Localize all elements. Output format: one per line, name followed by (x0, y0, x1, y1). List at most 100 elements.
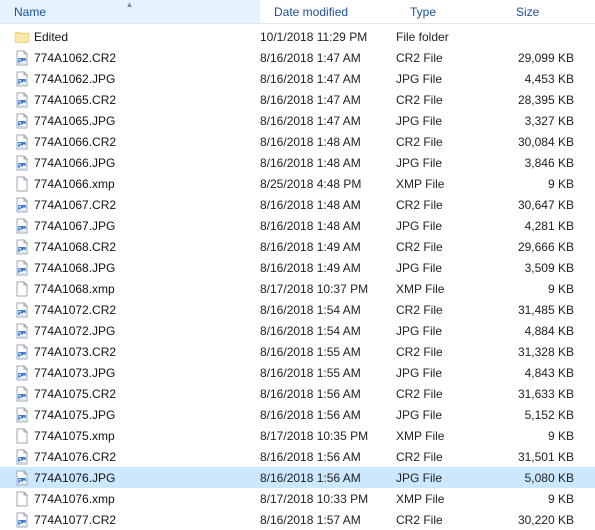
file-name-label: 774A1066.CR2 (34, 135, 116, 149)
cell-name: 774A1068.xmp (14, 281, 260, 297)
column-header-type-label: Type (410, 5, 436, 19)
list-item[interactable]: 774A1065.CR28/16/2018 1:47 AMCR2 File28,… (0, 89, 595, 110)
folder-icon (14, 29, 30, 45)
cell-date: 8/16/2018 1:57 AM (260, 513, 396, 527)
cell-name: 774A1068.JPG (14, 260, 260, 276)
column-header-type[interactable]: Type (396, 0, 502, 23)
file-name-label: Edited (34, 30, 68, 44)
cell-name: 774A1073.CR2 (14, 344, 260, 360)
list-item[interactable]: 774A1062.CR28/16/2018 1:47 AMCR2 File29,… (0, 47, 595, 68)
cell-type: CR2 File (396, 387, 502, 401)
file-name-label: 774A1067.CR2 (34, 198, 116, 212)
list-item[interactable]: 774A1066.xmp8/25/2018 4:48 PMXMP File9 K… (0, 173, 595, 194)
cell-date: 8/16/2018 1:48 AM (260, 198, 396, 212)
list-item[interactable]: 774A1077.CR28/16/2018 1:57 AMCR2 File30,… (0, 509, 595, 530)
cell-date: 8/16/2018 1:55 AM (260, 366, 396, 380)
file-name-label: 774A1067.JPG (34, 219, 115, 233)
cell-size: 29,099 KB (502, 51, 580, 65)
column-header-size-label: Size (516, 5, 539, 19)
list-item[interactable]: 774A1062.JPG8/16/2018 1:47 AMJPG File4,4… (0, 68, 595, 89)
cell-name: 774A1066.xmp (14, 176, 260, 192)
cell-type: XMP File (396, 429, 502, 443)
cell-date: 8/25/2018 4:48 PM (260, 177, 396, 191)
cell-type: JPG File (396, 324, 502, 338)
cell-type: CR2 File (396, 303, 502, 317)
cell-date: 10/1/2018 11:29 PM (260, 30, 396, 44)
file-name-label: 774A1072.CR2 (34, 303, 116, 317)
sort-ascending-icon: ▲ (126, 0, 134, 9)
cell-type: File folder (396, 30, 502, 44)
cell-size: 3,846 KB (502, 156, 580, 170)
cell-name: 774A1072.CR2 (14, 302, 260, 318)
cell-date: 8/17/2018 10:33 PM (260, 492, 396, 506)
file-name-label: 774A1073.CR2 (34, 345, 116, 359)
file-name-label: 774A1073.JPG (34, 366, 115, 380)
column-header-date-label: Date modified (274, 5, 348, 19)
column-header-size[interactable]: Size (502, 0, 586, 23)
file-name-label: 774A1062.JPG (34, 72, 115, 86)
file-name-label: 774A1062.CR2 (34, 51, 116, 65)
image-file-icon (14, 323, 30, 339)
cell-type: XMP File (396, 282, 502, 296)
file-name-label: 774A1066.JPG (34, 156, 115, 170)
list-item[interactable]: 774A1068.xmp8/17/2018 10:37 PMXMP File9 … (0, 278, 595, 299)
cell-date: 8/16/2018 1:48 AM (260, 156, 396, 170)
list-item[interactable]: Edited 10/1/2018 11:29 PMFile folder (0, 26, 595, 47)
file-name-label: 774A1068.CR2 (34, 240, 116, 254)
list-item[interactable]: 774A1067.JPG8/16/2018 1:48 AMJPG File4,2… (0, 215, 595, 236)
cell-type: CR2 File (396, 345, 502, 359)
image-file-icon (14, 365, 30, 381)
cell-size: 31,501 KB (502, 450, 580, 464)
cell-size: 9 KB (502, 492, 580, 506)
file-name-label: 774A1072.JPG (34, 324, 115, 338)
cell-name: 774A1075.JPG (14, 407, 260, 423)
cell-type: CR2 File (396, 450, 502, 464)
image-file-icon (14, 449, 30, 465)
cell-size: 5,080 KB (502, 471, 580, 485)
cell-name: 774A1075.xmp (14, 428, 260, 444)
column-header-date[interactable]: Date modified (260, 0, 396, 23)
list-item[interactable]: 774A1072.JPG8/16/2018 1:54 AMJPG File4,8… (0, 320, 595, 341)
list-item[interactable]: 774A1066.CR28/16/2018 1:48 AMCR2 File30,… (0, 131, 595, 152)
image-file-icon (14, 302, 30, 318)
list-item[interactable]: 774A1076.JPG8/16/2018 1:56 AMJPG File5,0… (0, 467, 595, 488)
file-name-label: 774A1065.CR2 (34, 93, 116, 107)
file-name-label: 774A1077.CR2 (34, 513, 116, 527)
list-item[interactable]: 774A1072.CR28/16/2018 1:54 AMCR2 File31,… (0, 299, 595, 320)
cell-size: 28,395 KB (502, 93, 580, 107)
column-header-name[interactable]: Name ▲ (0, 0, 260, 23)
image-file-icon (14, 260, 30, 276)
list-item[interactable]: 774A1068.JPG8/16/2018 1:49 AMJPG File3,5… (0, 257, 595, 278)
list-item[interactable]: 774A1067.CR28/16/2018 1:48 AMCR2 File30,… (0, 194, 595, 215)
list-item[interactable]: 774A1065.JPG8/16/2018 1:47 AMJPG File3,3… (0, 110, 595, 131)
list-item[interactable]: 774A1075.CR28/16/2018 1:56 AMCR2 File31,… (0, 383, 595, 404)
image-file-icon (14, 50, 30, 66)
image-file-icon (14, 71, 30, 87)
cell-size: 30,220 KB (502, 513, 580, 527)
cell-name: 774A1062.JPG (14, 71, 260, 87)
cell-type: JPG File (396, 114, 502, 128)
list-item[interactable]: 774A1073.CR28/16/2018 1:55 AMCR2 File31,… (0, 341, 595, 362)
cell-size: 9 KB (502, 429, 580, 443)
cell-type: XMP File (396, 492, 502, 506)
file-icon (14, 281, 30, 297)
cell-date: 8/16/2018 1:48 AM (260, 219, 396, 233)
cell-size: 29,666 KB (502, 240, 580, 254)
image-file-icon (14, 218, 30, 234)
file-name-label: 774A1068.xmp (34, 282, 115, 296)
cell-type: JPG File (396, 366, 502, 380)
list-item[interactable]: 774A1066.JPG8/16/2018 1:48 AMJPG File3,8… (0, 152, 595, 173)
list-item[interactable]: 774A1076.CR28/16/2018 1:56 AMCR2 File31,… (0, 446, 595, 467)
cell-date: 8/16/2018 1:56 AM (260, 450, 396, 464)
list-item[interactable]: 774A1075.JPG8/16/2018 1:56 AMJPG File5,1… (0, 404, 595, 425)
list-item[interactable]: 774A1075.xmp8/17/2018 10:35 PMXMP File9 … (0, 425, 595, 446)
file-name-label: 774A1075.xmp (34, 429, 115, 443)
cell-size: 31,633 KB (502, 387, 580, 401)
cell-name: 774A1067.JPG (14, 218, 260, 234)
cell-date: 8/16/2018 1:54 AM (260, 303, 396, 317)
cell-date: 8/16/2018 1:56 AM (260, 387, 396, 401)
list-item[interactable]: 774A1073.JPG8/16/2018 1:55 AMJPG File4,8… (0, 362, 595, 383)
list-item[interactable]: 774A1068.CR28/16/2018 1:49 AMCR2 File29,… (0, 236, 595, 257)
cell-name: 774A1076.JPG (14, 470, 260, 486)
cell-size: 31,328 KB (502, 345, 580, 359)
